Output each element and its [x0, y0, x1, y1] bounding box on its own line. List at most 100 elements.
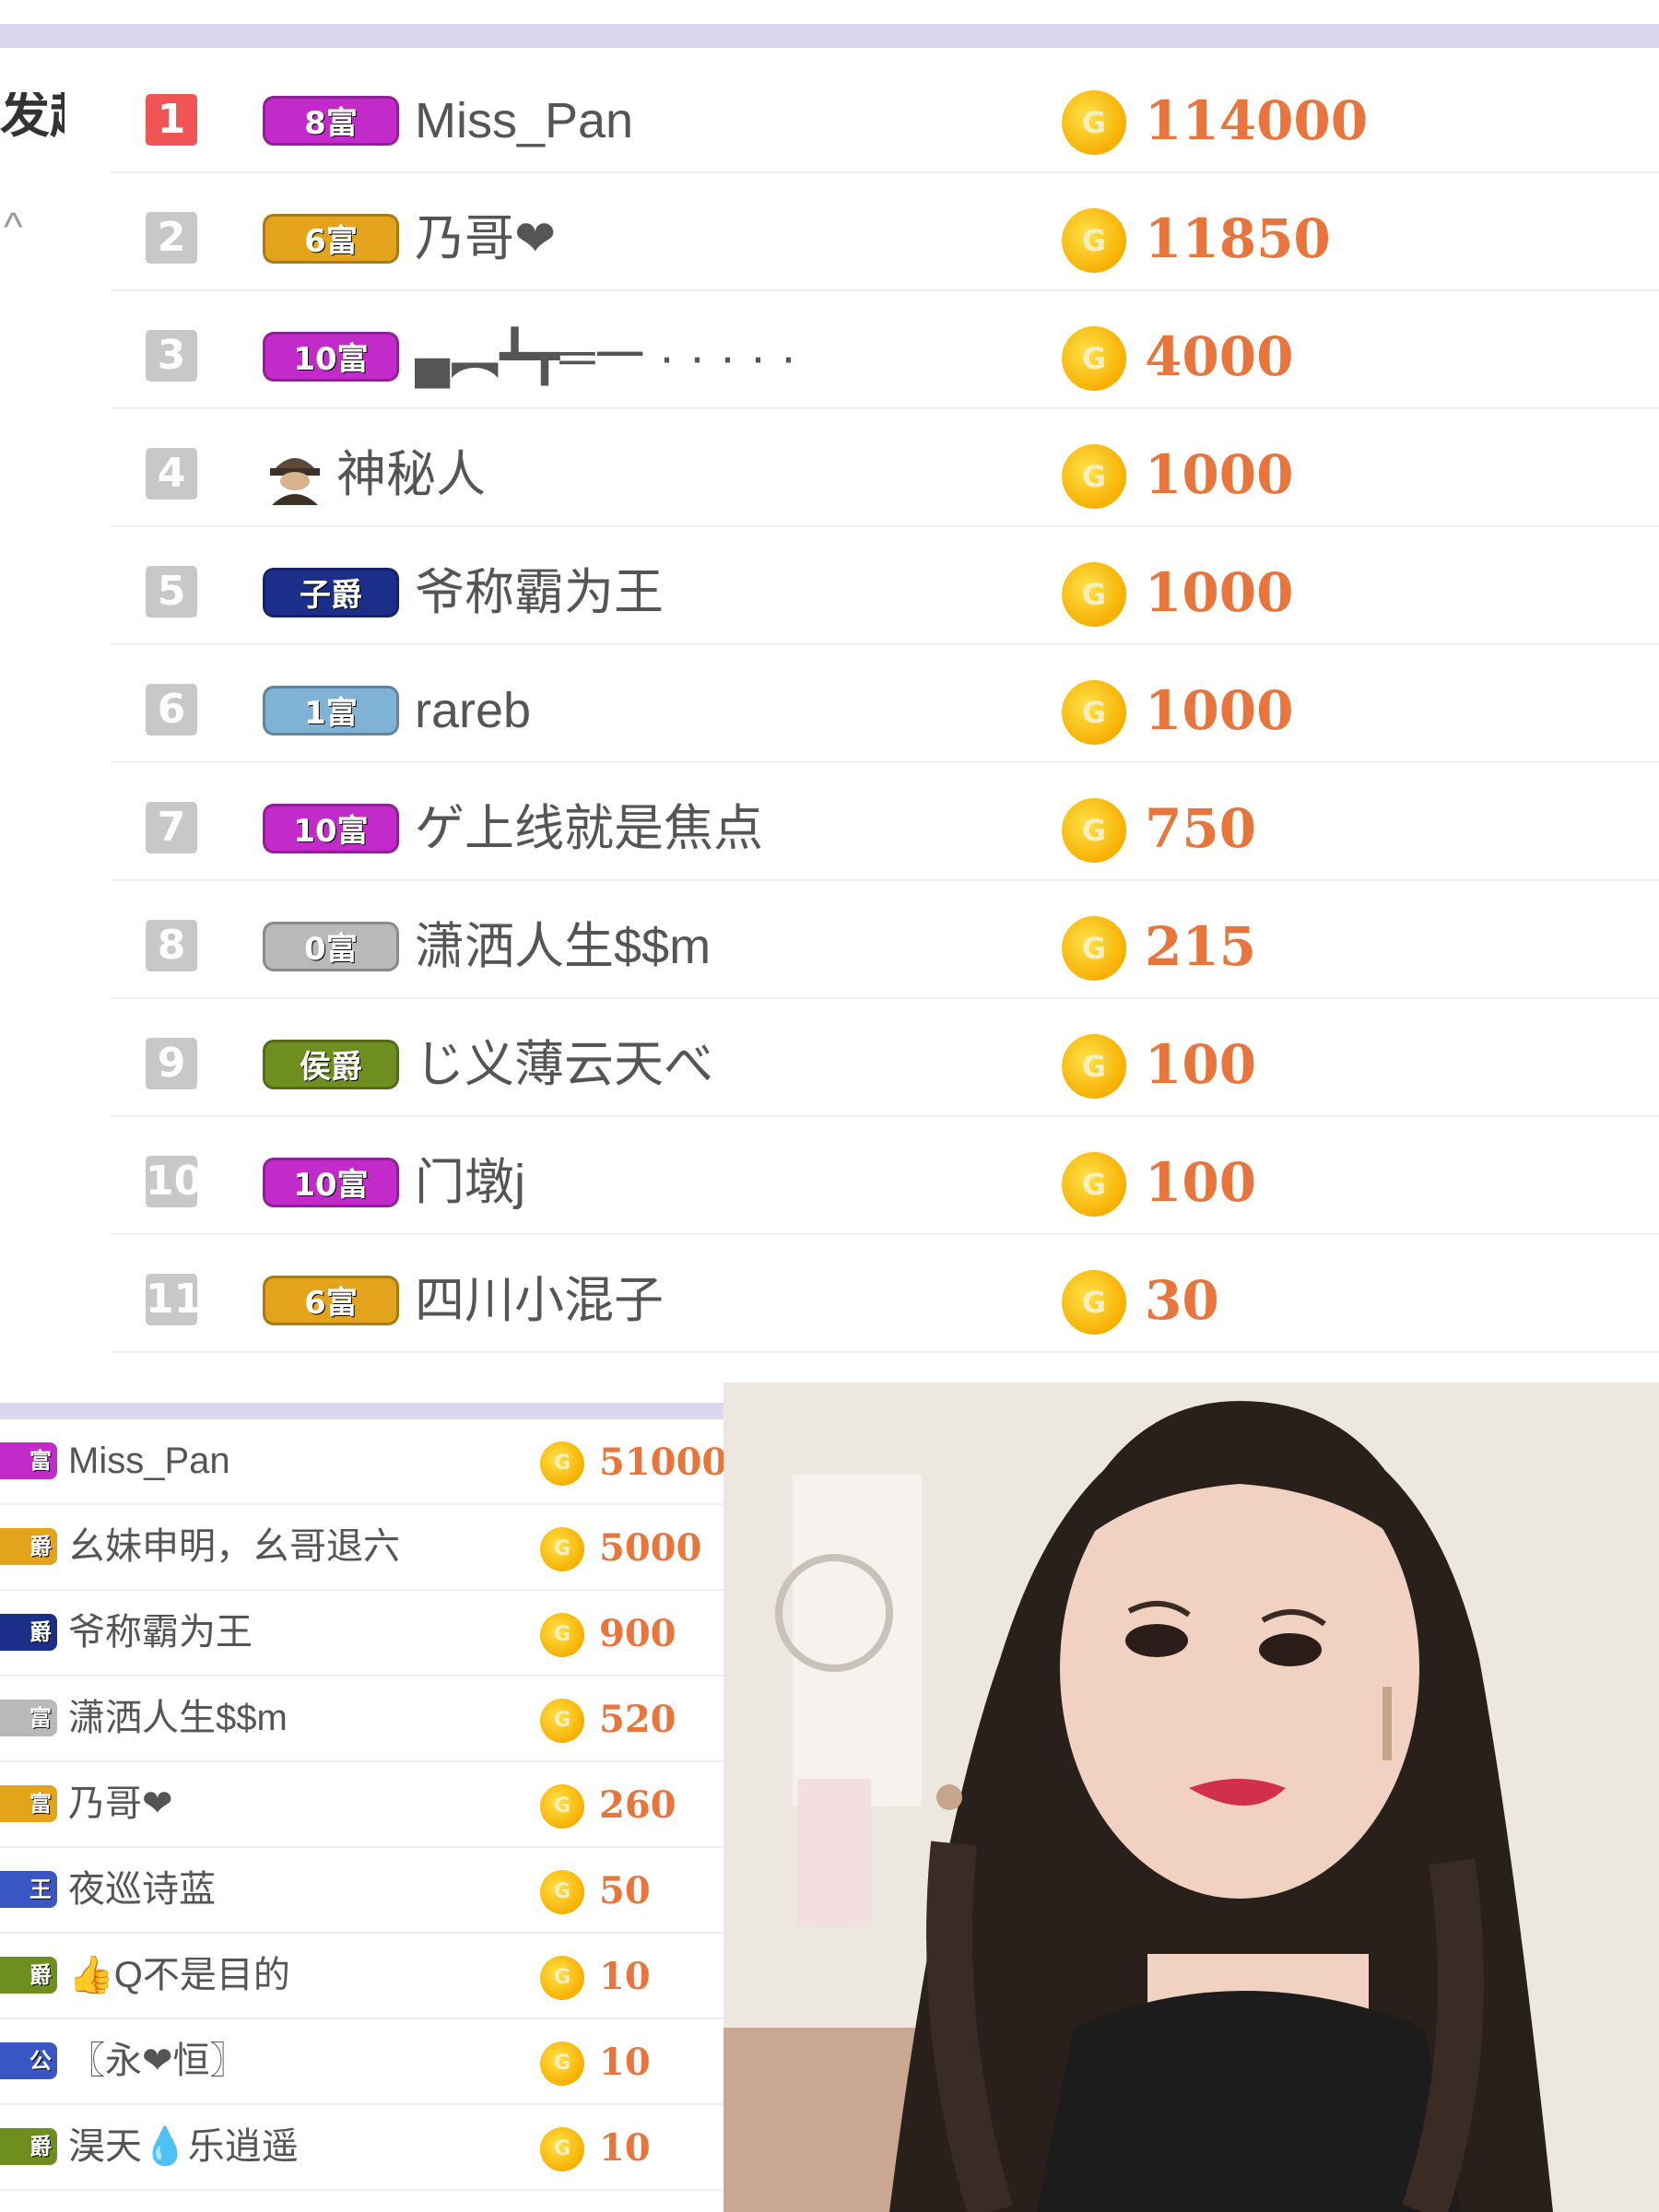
- level-badge: 10富: [263, 804, 399, 853]
- user-name[interactable]: Miss_Pan: [68, 1438, 230, 1484]
- level-badge: 1富: [263, 686, 399, 735]
- gift-amount: 1000: [1145, 679, 1294, 742]
- ranking-row[interactable]: 富 Miss_Pan G 51000: [0, 1419, 727, 1505]
- coin-icon: G: [1062, 326, 1126, 391]
- rank-number: 2: [146, 212, 197, 264]
- user-name[interactable]: 潇洒人生$$m: [415, 914, 711, 979]
- user-name[interactable]: 神秘人: [336, 442, 486, 507]
- level-badge: 0富: [263, 922, 399, 971]
- user-name[interactable]: 〖永❤恒〗: [68, 2038, 247, 2084]
- level-badge: 爵: [0, 1957, 57, 1994]
- level-badge: 10富: [263, 332, 399, 382]
- ranking-row[interactable]: 11 6富 四川小混子 G 30: [111, 1235, 1659, 1353]
- coin-icon: G: [1062, 1270, 1126, 1335]
- user-name[interactable]: 👍Q不是目的: [68, 1952, 290, 1998]
- user-name[interactable]: 爷称霸为王: [415, 560, 664, 625]
- ranking-row[interactable]: 爵爷称霸为王 G 900: [0, 1591, 724, 1677]
- coin-icon: G: [1062, 916, 1126, 981]
- coin-icon: G: [540, 1613, 584, 1657]
- ranking-row[interactable]: 7 10富 ゲ上线就是焦点 G 750: [111, 763, 1659, 881]
- ranking-row[interactable]: 1 8富 Miss_Pan G 114000: [111, 55, 1659, 173]
- coin-icon: G: [1062, 1152, 1126, 1217]
- rank-number: 1: [146, 94, 197, 146]
- coin-icon: G: [540, 1699, 584, 1743]
- user-name[interactable]: rareb: [415, 678, 531, 743]
- level-badge: 王: [0, 1871, 57, 1908]
- level-badge: 爵: [0, 1614, 57, 1651]
- ranking-row[interactable]: 8 0富 潇洒人生$$m G 215: [111, 881, 1659, 999]
- level-badge: 爵: [0, 1528, 57, 1565]
- coin-icon: G: [540, 1441, 584, 1486]
- gift-amount: 900: [599, 1612, 677, 1655]
- user-name[interactable]: 夜巡诗蓝: [68, 1866, 216, 1912]
- user-name[interactable]: 淏天💧乐逍遥: [68, 2124, 299, 2170]
- level-badge: 富: [0, 1442, 57, 1479]
- coin-icon: G: [1062, 90, 1126, 155]
- mystery-user-icon: [263, 446, 327, 505]
- user-name[interactable]: 乃哥❤: [415, 206, 556, 271]
- level-badge: 富: [0, 1785, 57, 1822]
- user-name[interactable]: 乃哥❤: [68, 1781, 173, 1827]
- gift-amount: 100: [1145, 1033, 1257, 1096]
- coin-icon: G: [1062, 444, 1126, 509]
- ranking-list-main: 1 8富 Miss_Pan G 114000 2 6富 乃哥❤ G 11850 3 10富 ▄︻┻┳═一…: [111, 55, 1659, 1353]
- sidebar-label[interactable]: 发起 榜单: [0, 92, 65, 138]
- user-name[interactable]: 四川小混子: [415, 1268, 664, 1333]
- level-badge: 10富: [263, 1158, 399, 1207]
- level-badge: 子爵: [263, 568, 399, 618]
- ranking-row[interactable]: 爵淏天💧乐逍遥 G 10: [0, 2105, 724, 2191]
- rank-number: 10: [146, 1156, 202, 1207]
- user-name[interactable]: 幺妹申明，幺哥退六: [68, 1524, 400, 1570]
- level-badge: 爵: [0, 2128, 57, 2165]
- level-badge: 公: [0, 2042, 57, 2079]
- coin-icon: G: [540, 2127, 584, 2171]
- streamer-portrait-image: [724, 1382, 1659, 2212]
- level-badge: 8富: [263, 96, 399, 146]
- ranking-row[interactable]: 3 10富 ▄︻┻┳═一 · · · · · G 4000: [111, 291, 1659, 409]
- gift-amount: 260: [599, 1783, 677, 1827]
- streamer-video-photo: [724, 1382, 1659, 2212]
- rank-number: 11: [146, 1274, 202, 1325]
- ranking-row[interactable]: 公〖永❤恒〗 G 10: [0, 2019, 724, 2105]
- coin-icon: G: [1062, 208, 1126, 273]
- ranking-row[interactable]: 2 6富 乃哥❤ G 11850: [111, 173, 1659, 291]
- rank-number: 5: [146, 566, 197, 618]
- ranking-row[interactable]: 爵幺妹申明，幺哥退六 G 5000: [0, 1505, 724, 1591]
- rank-number: 9: [146, 1038, 197, 1089]
- gift-amount: 1000: [1145, 443, 1294, 506]
- ranking-row[interactable]: 爵 👍Q不是目的 G 10: [0, 1934, 724, 2019]
- gift-amount: 10: [599, 2126, 651, 2170]
- user-name[interactable]: 门墩j: [415, 1150, 525, 1215]
- coin-icon: G: [540, 2041, 584, 2086]
- ranking-row[interactable]: 富潇洒人生$$m G 520: [0, 1677, 724, 1762]
- coin-icon: G: [540, 1784, 584, 1829]
- rank-number: 7: [146, 802, 197, 853]
- gift-amount: 100: [1145, 1151, 1257, 1214]
- user-name[interactable]: ▄︻┻┳═一 · · · · ·: [415, 324, 796, 389]
- ranking-list-secondary: 富 Miss_Pan G 51000 爵幺妹申明，幺哥退六 G 5000 爵爷称霸为王 G 900…: [0, 1419, 727, 2191]
- ranking-row[interactable]: 10 10富 门墩j G 100: [111, 1117, 1659, 1235]
- ranking-row[interactable]: 王夜巡诗蓝 G 50: [0, 1848, 724, 1934]
- coin-icon: G: [1062, 680, 1126, 745]
- gift-amount: 30: [1145, 1269, 1219, 1332]
- coin-icon: G: [1062, 562, 1126, 627]
- collapse-caret-icon[interactable]: ^: [4, 205, 23, 251]
- user-name[interactable]: Miss_Pan: [415, 88, 633, 153]
- user-name[interactable]: 潇洒人生$$m: [68, 1695, 288, 1741]
- ranking-row[interactable]: 6 1富 rareb G 1000: [111, 645, 1659, 763]
- level-badge: 6富: [263, 214, 399, 264]
- level-badge: 6富: [263, 1276, 399, 1325]
- gift-amount: 10: [599, 1955, 651, 1998]
- ranking-row[interactable]: 4 神秘人 G 1000: [111, 409, 1659, 527]
- rank-number: 3: [146, 330, 197, 382]
- user-name[interactable]: じ义薄云天べ: [415, 1032, 713, 1097]
- ranking-row[interactable]: 5 子爵 爷称霸为王 G 1000: [111, 527, 1659, 645]
- top-divider: [0, 24, 1659, 48]
- rank-number: 4: [146, 448, 197, 500]
- ranking-row[interactable]: 富乃哥❤ G 260: [0, 1762, 724, 1848]
- user-name[interactable]: 爷称霸为王: [68, 1609, 253, 1655]
- ranking-row[interactable]: 9 侯爵 じ义薄云天べ G 100: [111, 999, 1659, 1117]
- section-divider: [0, 1403, 724, 1419]
- user-name[interactable]: ゲ上线就是焦点: [415, 796, 763, 861]
- gift-amount: 10: [599, 2041, 651, 2084]
